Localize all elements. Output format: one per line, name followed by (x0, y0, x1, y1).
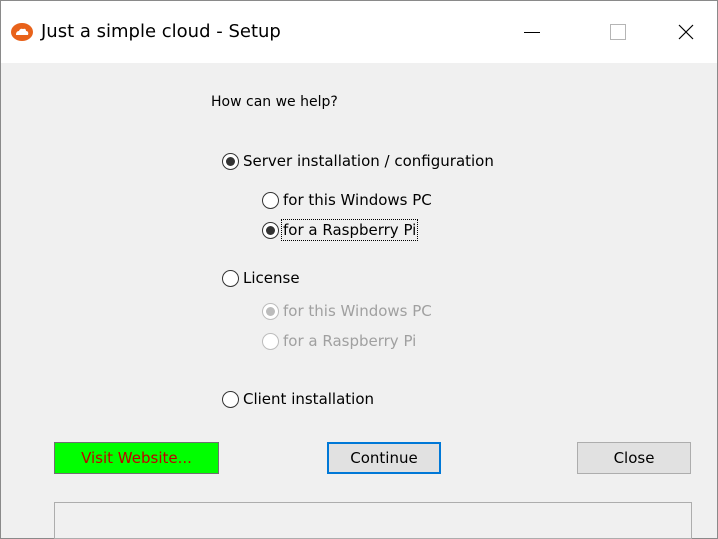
radio-license[interactable]: License (222, 269, 300, 287)
minimize-icon (524, 31, 540, 33)
radio-server-pi[interactable]: for a Raspberry Pi (262, 219, 419, 241)
radio-label: Server installation / configuration (243, 152, 494, 170)
radio-circle[interactable] (222, 269, 239, 287)
radio-label: for a Raspberry Pi (283, 332, 417, 350)
continue-button[interactable]: Continue (327, 442, 441, 474)
radio-label: for this Windows PC (283, 302, 432, 320)
title-bar: Just a simple cloud - Setup (1, 1, 717, 63)
radio-circle[interactable] (262, 191, 279, 209)
radio-server-windows[interactable]: for this Windows PC (262, 191, 432, 209)
radio-label: License (243, 269, 300, 287)
radio-license-windows: for this Windows PC (262, 302, 432, 320)
maximize-button[interactable] (595, 1, 641, 63)
close-window-button[interactable] (663, 1, 709, 63)
status-box (54, 502, 692, 539)
radio-label: for a Raspberry Pi (280, 219, 419, 241)
close-button[interactable]: Close (577, 442, 691, 474)
radio-circle[interactable] (262, 221, 279, 239)
radio-circle[interactable] (222, 152, 239, 170)
radio-circle (262, 302, 279, 320)
radio-license-pi: for a Raspberry Pi (262, 332, 416, 350)
window-title: Just a simple cloud - Setup (41, 21, 281, 42)
radio-client[interactable]: Client installation (222, 390, 374, 408)
maximize-icon (610, 24, 626, 40)
radio-label: Client installation (243, 390, 375, 408)
close-icon (678, 24, 694, 40)
minimize-button[interactable] (509, 1, 555, 63)
visit-website-button[interactable]: Visit Website... (54, 442, 219, 474)
cloud-icon (11, 23, 33, 41)
prompt-label: How can we help? (211, 94, 338, 110)
radio-server[interactable]: Server installation / configuration (222, 152, 494, 170)
setup-window: Just a simple cloud - Setup How can we h… (0, 0, 718, 539)
radio-label: for this Windows PC (283, 191, 432, 209)
radio-circle (262, 332, 279, 350)
radio-circle[interactable] (222, 390, 239, 408)
